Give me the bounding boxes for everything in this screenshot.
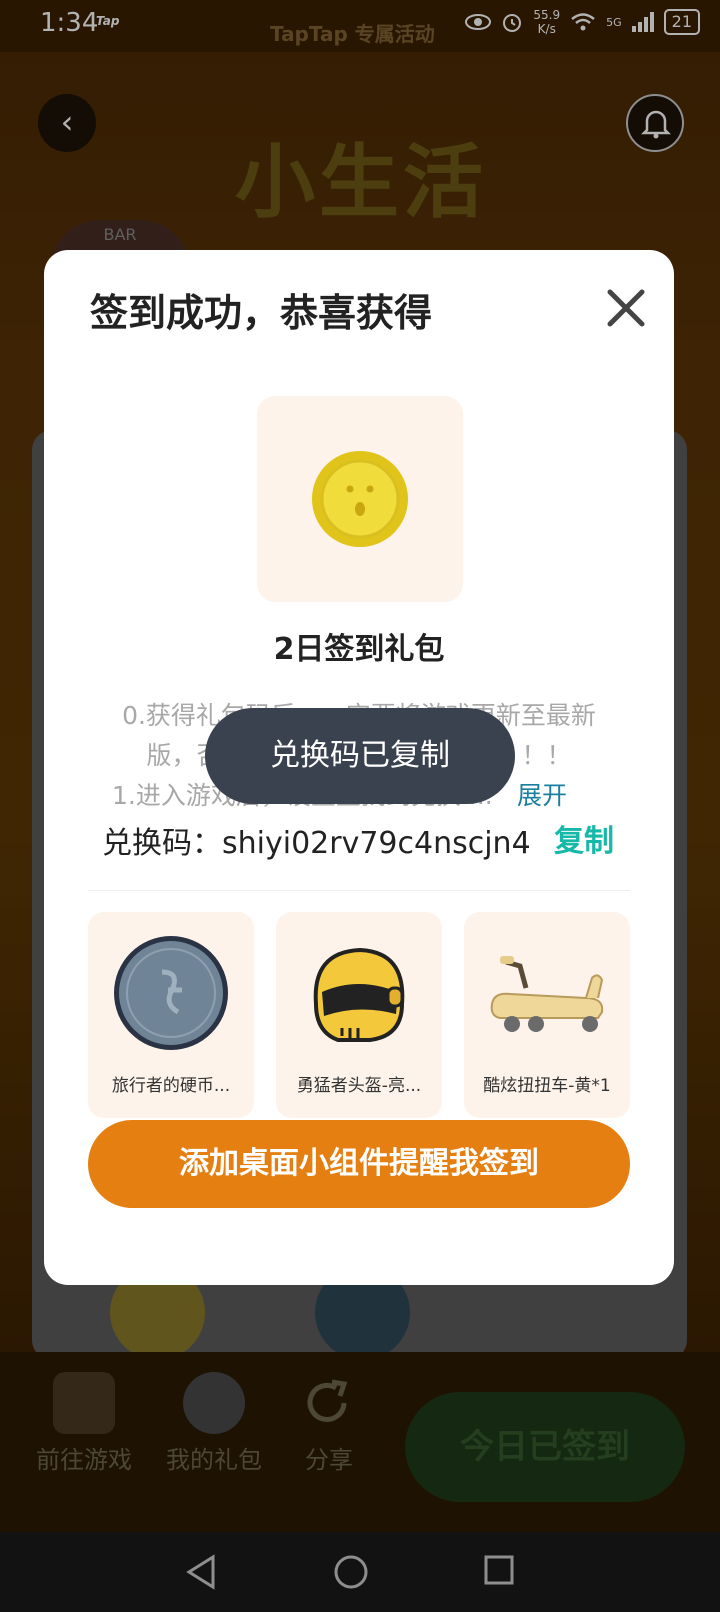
- redeem-code-row: 兑换码：shiyi02rv79c4nscjn4: [102, 818, 531, 862]
- close-icon[interactable]: [604, 286, 648, 330]
- reward-item-label: 酷炫扭扭车-黄*1: [483, 1076, 611, 1096]
- expand-link[interactable]: 展开: [517, 776, 567, 812]
- gold-coin-icon: [312, 451, 408, 547]
- code-value: shiyi02rv79c4nscjn4: [222, 826, 531, 861]
- reward-item[interactable]: 旅行者的硬币...: [88, 912, 254, 1118]
- helmet-icon: [313, 947, 405, 1042]
- gift-name: 2日签到礼包: [273, 632, 445, 667]
- copy-button[interactable]: 复制: [554, 816, 614, 860]
- dialog-title: 签到成功，恭喜获得: [90, 291, 433, 335]
- divider: [88, 890, 630, 891]
- traveler-coin-icon: [114, 936, 228, 1050]
- reward-item-label: 勇猛者头盔-亮...: [296, 1076, 422, 1096]
- code-label: 兑换码：: [102, 826, 222, 861]
- toast-message: 兑换码已复制: [205, 708, 515, 804]
- reward-item-label: 旅行者的硬币...: [111, 1076, 231, 1096]
- reward-item[interactable]: 酷炫扭扭车-黄*1: [464, 912, 630, 1118]
- gift-image: [257, 396, 463, 602]
- add-widget-button[interactable]: 添加桌面小组件提醒我签到: [88, 1120, 630, 1208]
- ride-on-car-icon: [490, 956, 604, 1032]
- reward-item[interactable]: 勇猛者头盔-亮...: [276, 912, 442, 1118]
- reward-items: 旅行者的硬币... 勇猛者头盔-亮... 酷炫扭扭车-黄*1: [88, 912, 630, 1118]
